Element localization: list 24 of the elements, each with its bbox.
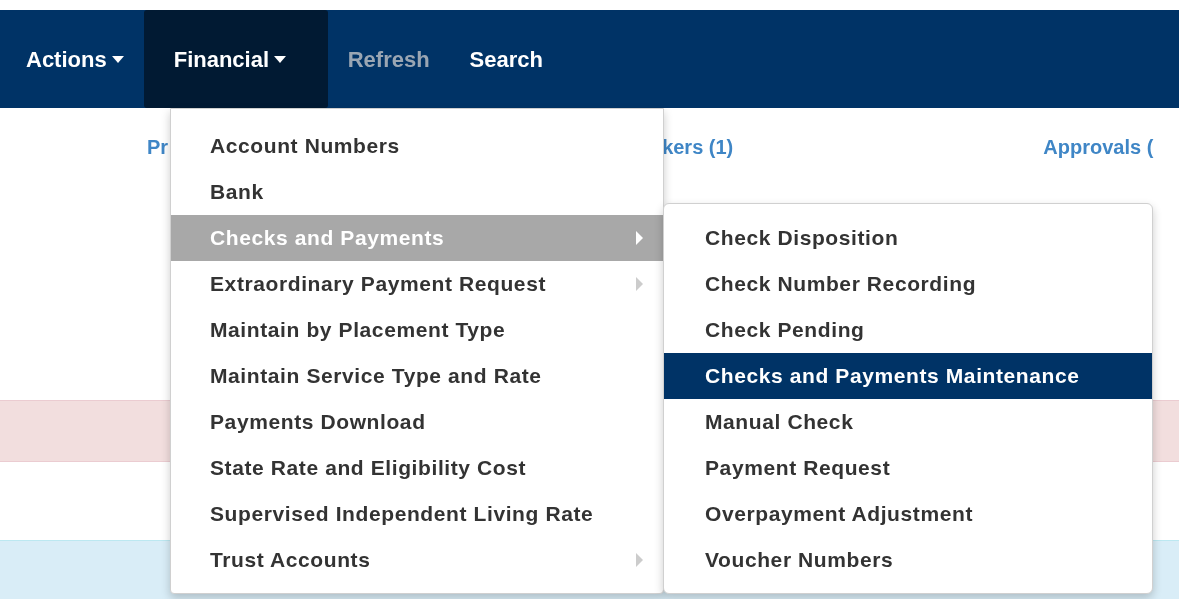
menu-item[interactable]: Maintain by Placement Type bbox=[171, 307, 663, 353]
menu-item[interactable]: State Rate and Eligibility Cost bbox=[171, 445, 663, 491]
menu-item[interactable]: Bank bbox=[171, 169, 663, 215]
menu-item[interactable]: Payment Request bbox=[664, 445, 1152, 491]
page-link[interactable]: Pr bbox=[147, 132, 169, 162]
menu-item[interactable]: Check Number Recording bbox=[664, 261, 1152, 307]
nav-menu-button[interactable]: Search bbox=[449, 10, 563, 108]
menu-item[interactable]: Overpayment Adjustment bbox=[664, 491, 1152, 537]
menu-item[interactable]: Manual Check bbox=[664, 399, 1152, 445]
menu-item[interactable]: Trust Accounts bbox=[171, 537, 663, 583]
menu-item[interactable]: Check Disposition bbox=[664, 215, 1152, 261]
menu-item[interactable]: Check Pending bbox=[664, 307, 1152, 353]
menu-item[interactable]: Voucher Numbers bbox=[664, 537, 1152, 583]
menu-item[interactable]: Checks and Payments Maintenance bbox=[664, 353, 1152, 399]
menu-item[interactable]: Extraordinary Payment Request bbox=[171, 261, 663, 307]
page-link[interactable]: Approvals ( bbox=[1043, 132, 1154, 162]
menu-item[interactable]: Supervised Independent Living Rate bbox=[171, 491, 663, 537]
nav-menu-button[interactable]: Actions bbox=[6, 10, 144, 108]
menu-item[interactable]: Payments Download bbox=[171, 399, 663, 445]
caret-icon bbox=[274, 55, 287, 63]
menu-item[interactable]: Account Numbers bbox=[171, 123, 663, 169]
menu-item[interactable]: Maintain Service Type and Rate bbox=[171, 353, 663, 399]
caret-icon bbox=[111, 55, 124, 63]
nav-menu-button[interactable]: Financial bbox=[143, 10, 328, 108]
